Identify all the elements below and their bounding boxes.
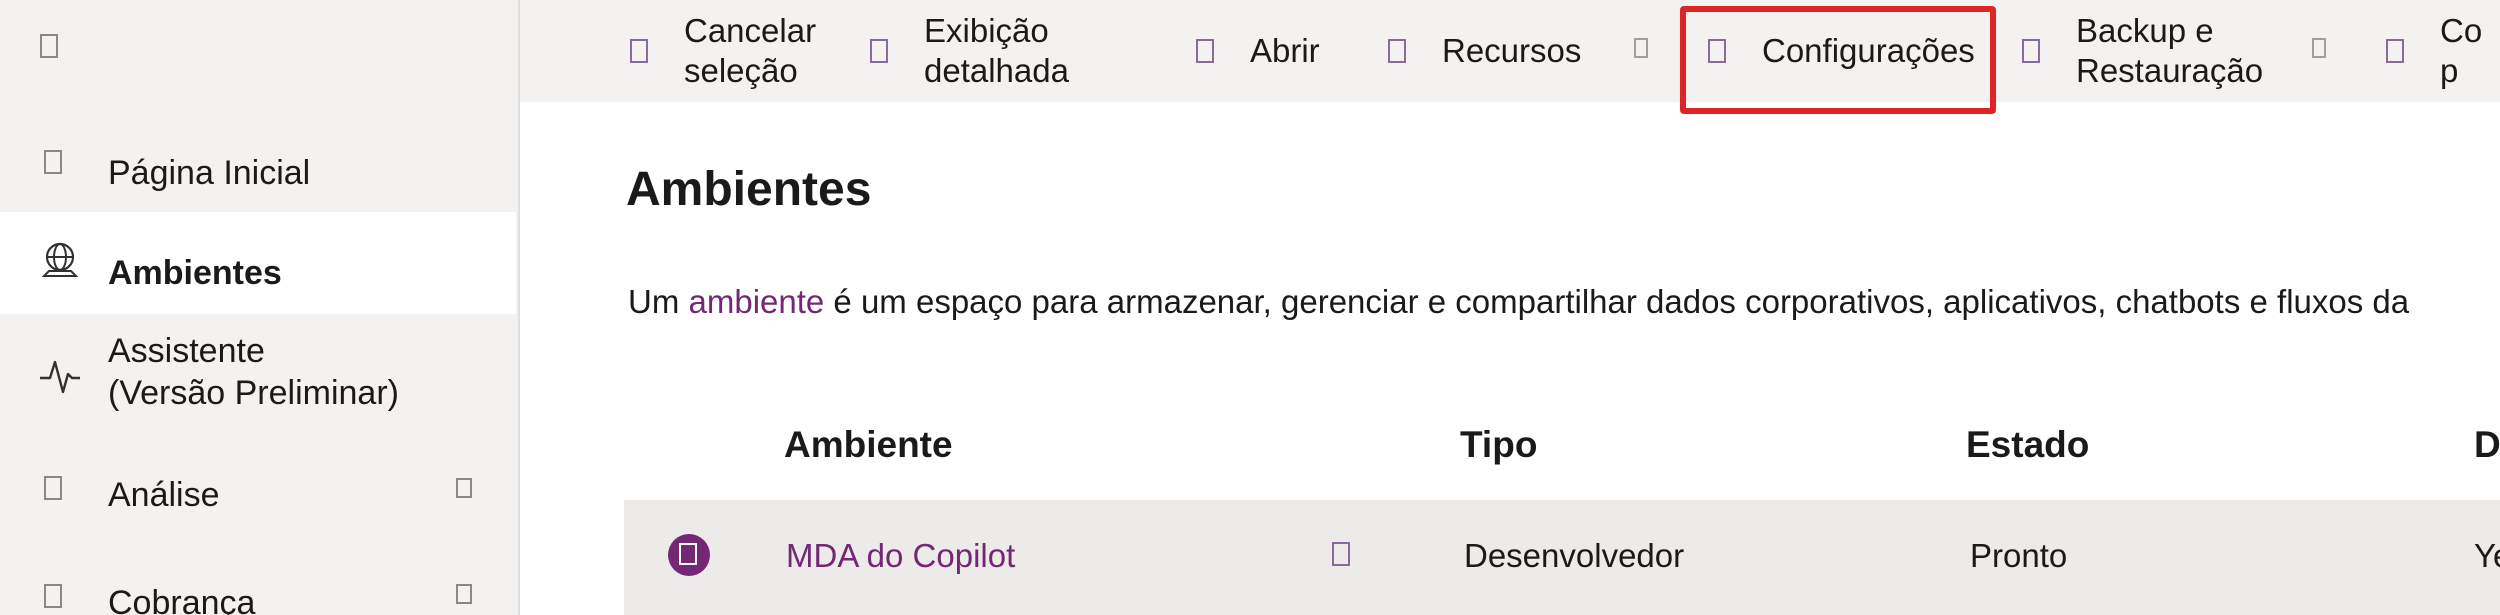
sidebar-item-label: Ambientes bbox=[108, 254, 282, 292]
more-options-icon[interactable] bbox=[1332, 542, 1350, 566]
backup-icon bbox=[2022, 39, 2040, 63]
description-text: é um espaço para armazenar, gerenciar e … bbox=[824, 283, 2410, 320]
billing-icon bbox=[44, 584, 62, 608]
table-row[interactable]: MDA do Copilot Desenvolvedor Pronto Ye bbox=[624, 500, 2500, 615]
chevron-down-icon[interactable] bbox=[456, 478, 472, 498]
pulse-icon bbox=[40, 360, 80, 394]
environment-extra: Ye bbox=[2474, 537, 2500, 574]
copy-button[interactable]: Co p bbox=[2386, 0, 2500, 102]
column-header-type[interactable]: Tipo bbox=[1460, 420, 1537, 470]
environment-state: Pronto bbox=[1970, 537, 2068, 574]
sidebar-item-home[interactable]: Página Inicial bbox=[0, 136, 516, 212]
chevron-down-icon[interactable] bbox=[456, 584, 472, 604]
backup-restore-button[interactable]: Backup e Restauração bbox=[2022, 0, 2263, 102]
button-label: Recursos bbox=[1442, 32, 1582, 69]
hamburger-icon[interactable] bbox=[40, 34, 58, 58]
sidebar-item-analytics[interactable]: Análise bbox=[0, 446, 516, 536]
sidebar-item-label: Assistente (Versão Preliminar) bbox=[108, 332, 399, 412]
command-bar: Cancelar seleção Exibição detalhada Abri… bbox=[520, 0, 2500, 102]
button-label: Co p bbox=[2440, 12, 2483, 89]
open-icon bbox=[1196, 39, 1214, 63]
cancel-selection-button[interactable]: Cancelar seleção bbox=[630, 0, 816, 102]
chevron-down-icon[interactable] bbox=[1634, 38, 1648, 58]
open-button[interactable]: Abrir bbox=[1196, 0, 1320, 102]
column-header-d[interactable]: D bbox=[2474, 420, 2500, 470]
environment-app-icon bbox=[668, 534, 710, 576]
page-description: Um ambiente é um espaço para armazenar, … bbox=[628, 282, 2409, 322]
resources-icon bbox=[1388, 39, 1406, 63]
settings-button[interactable]: Configurações bbox=[1708, 0, 1975, 102]
chart-icon bbox=[44, 476, 62, 500]
button-label: Configurações bbox=[1762, 32, 1975, 69]
environment-name-link[interactable]: MDA do Copilot bbox=[786, 536, 1015, 576]
chevron-down-icon[interactable] bbox=[2312, 38, 2326, 58]
home-icon bbox=[44, 150, 62, 174]
sidebar-item-label: Página Inicial bbox=[108, 154, 311, 192]
environment-link[interactable]: ambiente bbox=[689, 283, 825, 320]
detail-view-button[interactable]: Exibição detalhada bbox=[870, 0, 1069, 102]
page-title: Ambientes bbox=[626, 163, 872, 216]
button-label: Backup e Restauração bbox=[2076, 12, 2264, 89]
cancel-icon bbox=[630, 39, 648, 63]
settings-icon bbox=[1708, 39, 1726, 63]
button-label: Cancelar seleção bbox=[684, 12, 817, 89]
globe-icon bbox=[41, 242, 79, 277]
sidebar-item-label: Cobrança bbox=[108, 584, 256, 615]
sidebar-item-label: Análise bbox=[108, 476, 220, 514]
sidebar-item-billing[interactable]: Cobrança bbox=[0, 546, 516, 615]
left-navigation: Página Inicial Ambientes Assistente (Ver… bbox=[0, 0, 520, 615]
environment-type: Desenvolvedor bbox=[1464, 537, 1685, 574]
column-header-environment[interactable]: Ambiente bbox=[784, 420, 953, 470]
button-label: Abrir bbox=[1250, 32, 1320, 69]
button-label: Exibição detalhada bbox=[924, 12, 1069, 89]
sidebar-item-environments[interactable]: Ambientes bbox=[0, 212, 516, 314]
copy-icon bbox=[2386, 39, 2404, 63]
column-header-state[interactable]: Estado bbox=[1966, 420, 2089, 470]
sidebar-item-assistant[interactable]: Assistente (Versão Preliminar) bbox=[0, 320, 516, 440]
description-text: Um bbox=[628, 283, 689, 320]
resources-button[interactable]: Recursos bbox=[1388, 0, 1581, 102]
details-icon bbox=[870, 39, 888, 63]
